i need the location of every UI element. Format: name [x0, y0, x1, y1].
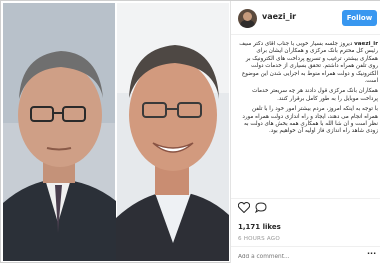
more-options-icon[interactable]: ··· [367, 249, 376, 258]
caption-text: دیروز جلسه بسیار خوبی با جناب آقای دکتر … [239, 41, 378, 85]
post-photo [3, 3, 229, 261]
likes-count[interactable]: 1,171 likes [238, 223, 281, 231]
caption-author[interactable]: vaezi_ir [354, 41, 378, 47]
post-image [3, 3, 229, 261]
caption-paragraph-1: vaezi_ir دیروز جلسه بسیار خوبی با جناب آ… [237, 41, 378, 85]
comment-input[interactable] [238, 251, 360, 262]
post-details-panel: vaezi_ir Follow vaezi_ir دیروز جلسه بسیا… [230, 1, 380, 263]
heart-icon[interactable] [238, 202, 250, 213]
comment-bar: ··· [231, 246, 380, 263]
caption-paragraph-2: همکاران بانک مرکزی قول دادند هر چه سریعت… [252, 88, 378, 102]
avatar[interactable] [238, 9, 257, 28]
post-actions [231, 198, 380, 214]
follow-button[interactable]: Follow [342, 10, 377, 26]
post-header: vaezi_ir Follow [231, 1, 380, 35]
post-timestamp: 6 HOURS AGO [238, 236, 280, 242]
comment-icon[interactable] [255, 202, 267, 213]
instagram-post: vaezi_ir Follow vaezi_ir دیروز جلسه بسیا… [0, 0, 380, 263]
username[interactable]: vaezi_ir [262, 12, 296, 21]
caption-paragraph-3: با توجه به اینکه امروز، مردم بیشتر امور … [242, 106, 378, 135]
post-caption: vaezi_ir دیروز جلسه بسیار خوبی با جناب آ… [237, 41, 378, 201]
